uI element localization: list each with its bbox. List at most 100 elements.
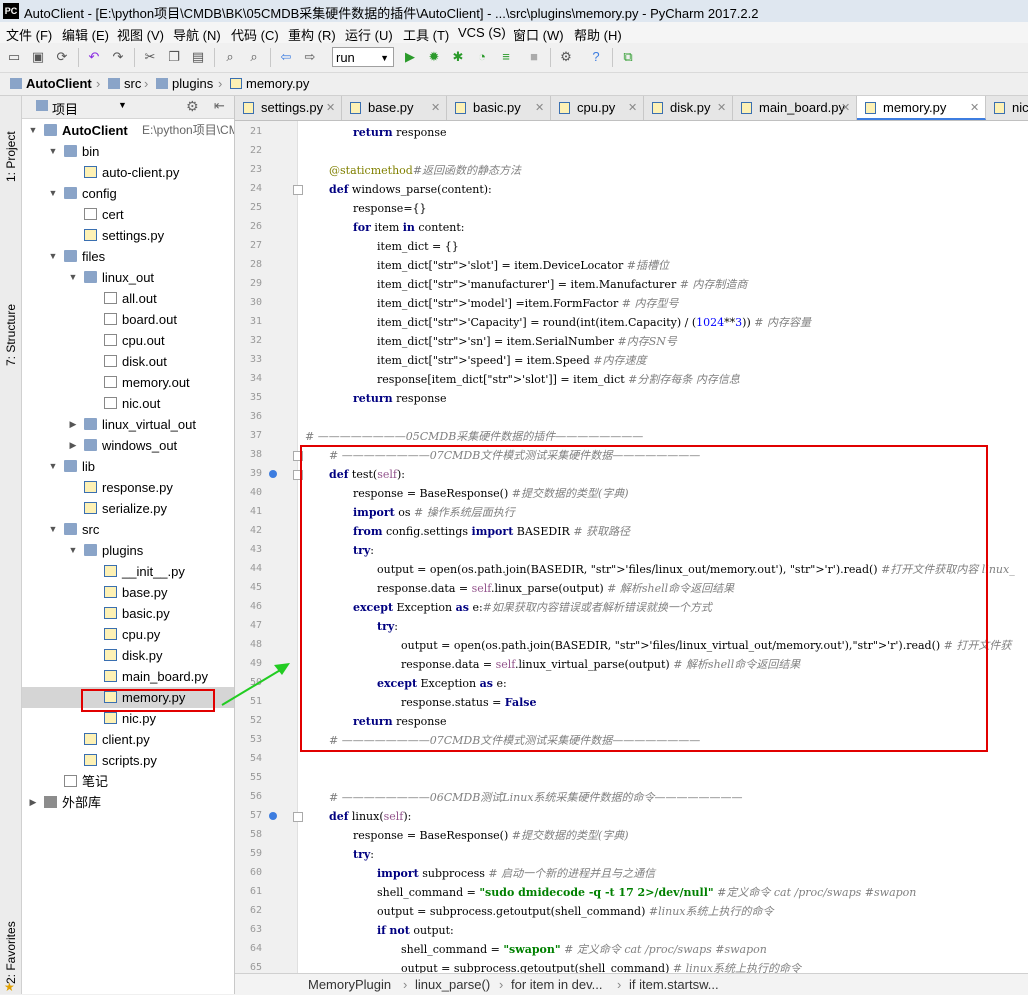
open-folder-icon[interactable]: ▭ (6, 49, 22, 65)
tree-item[interactable]: ▼ src (22, 519, 234, 540)
tree-item[interactable]: ▼ config (22, 183, 234, 204)
tree-item[interactable]: ▼ files (22, 246, 234, 267)
code-line[interactable]: item_dict = {} (377, 237, 459, 256)
tree-item[interactable]: __init__.py (22, 561, 234, 582)
code-line[interactable]: response={} (353, 199, 427, 218)
chevron-down-icon[interactable]: ▼ (68, 267, 78, 288)
close-icon[interactable]: ✕ (431, 96, 440, 120)
chevron-down-icon[interactable]: ▼ (28, 120, 38, 141)
tree-item[interactable]: serialize.py (22, 498, 234, 519)
fold-marker-icon[interactable] (293, 185, 303, 195)
coverage-icon[interactable]: ✱ (450, 49, 466, 65)
chevron-down-icon[interactable]: ▼ (118, 100, 127, 110)
tree-item[interactable]: settings.py (22, 225, 234, 246)
tree-item[interactable]: basic.py (22, 603, 234, 624)
debug-icon[interactable]: ✹ (426, 49, 442, 65)
menu-item-6[interactable]: 运行 (U) (345, 25, 393, 44)
tree-item[interactable]: cpu.out (22, 330, 234, 351)
help-icon[interactable]: ? (588, 49, 604, 65)
chevron-right-icon[interactable]: ▶ (28, 792, 38, 813)
tree-item[interactable]: auto-client.py (22, 162, 234, 183)
override-marker-icon[interactable] (269, 812, 277, 820)
tree-item[interactable]: scripts.py (22, 750, 234, 771)
tree-item[interactable]: nic.out (22, 393, 234, 414)
code-line[interactable]: try: (353, 845, 374, 864)
tree-item[interactable]: ▼ AutoClient E:\python项目\CMDB\BK (22, 120, 234, 141)
code-line[interactable]: # ————————05CMDB采集硬件数据的插件———————— (305, 427, 643, 446)
code-line[interactable]: item_dict["str">'manufacturer'] = item.M… (377, 275, 747, 294)
tree-item[interactable]: cpu.py (22, 624, 234, 645)
find-icon[interactable]: ⌕ (222, 49, 238, 65)
code-line[interactable]: item_dict["str">'model'] =item.FormFacto… (377, 294, 679, 313)
menu-item-0[interactable]: 文件 (F) (6, 25, 52, 44)
settings-icon[interactable]: ⚙ (558, 49, 574, 65)
menu-item-4[interactable]: 代码 (C) (231, 25, 279, 44)
tab-base-py[interactable]: base.py ✕ (342, 96, 447, 120)
fold-marker-icon[interactable] (293, 812, 303, 822)
menu-item-9[interactable]: 窗口 (W) (513, 25, 564, 44)
tree-item[interactable]: disk.py (22, 645, 234, 666)
chevron-down-icon[interactable]: ▼ (48, 519, 58, 540)
cut-icon[interactable]: ✂ (142, 49, 158, 65)
tree-item[interactable]: ▼ plugins (22, 540, 234, 561)
tree-item[interactable]: client.py (22, 729, 234, 750)
tree-item[interactable]: all.out (22, 288, 234, 309)
code-line[interactable]: import subprocess # 启动一个新的进程并且与之通信 (377, 864, 655, 883)
code-line[interactable]: def windows_parse(content): (329, 180, 492, 199)
code-line[interactable]: item_dict["str">'slot'] = item.DeviceLoc… (377, 256, 669, 275)
back-icon[interactable]: ⇦ (278, 49, 294, 65)
code-line[interactable]: output = subprocess.getoutput(shell_comm… (377, 902, 774, 921)
code-line[interactable]: def linux(self): (329, 807, 411, 826)
tab-disk-py[interactable]: disk.py ✕ (644, 96, 733, 120)
code-line[interactable]: return response (353, 389, 447, 408)
breadcrumb-item-0[interactable]: AutoClient (26, 76, 92, 91)
code-breadcrumb-item[interactable]: for item in dev... (511, 977, 603, 992)
tree-item[interactable]: memory.out (22, 372, 234, 393)
close-icon[interactable]: ✕ (326, 96, 335, 120)
breadcrumb-item-3[interactable]: memory.py (246, 76, 309, 91)
code-line[interactable]: shell_command = "sudo dmidecode -q -t 17… (377, 883, 916, 902)
save-icon[interactable]: ▣ (30, 49, 46, 65)
tree-item[interactable]: main_board.py (22, 666, 234, 687)
tab-settings-py[interactable]: settings.py ✕ (235, 96, 342, 120)
menu-item-8[interactable]: VCS (S) (458, 25, 506, 40)
close-icon[interactable]: ✕ (535, 96, 544, 120)
gear-icon[interactable]: ⚙ (186, 98, 199, 115)
code-breadcrumb-item[interactable]: if item.startsw... (629, 977, 719, 992)
sync-icon[interactable]: ⟳ (54, 49, 70, 65)
close-icon[interactable]: ✕ (717, 96, 726, 120)
chevron-down-icon[interactable]: ▼ (48, 141, 58, 162)
breadcrumb-item-2[interactable]: plugins (172, 76, 213, 91)
menu-item-7[interactable]: 工具 (T) (403, 25, 449, 44)
vcs-icon[interactable]: ⧉ (620, 49, 636, 65)
tree-item[interactable]: response.py (22, 477, 234, 498)
tree-item[interactable]: ▶ 外部库 (22, 792, 234, 813)
code-line[interactable]: for item in content: (353, 218, 464, 237)
undo-icon[interactable]: ↶ (86, 49, 102, 65)
chevron-down-icon[interactable]: ▼ (48, 456, 58, 477)
chevron-down-icon[interactable]: ▼ (68, 540, 78, 561)
close-icon[interactable]: ✕ (628, 96, 637, 120)
menu-item-10[interactable]: 帮助 (H) (574, 25, 622, 44)
collapse-icon[interactable]: ⇤ (214, 98, 225, 114)
code-breadcrumb-item[interactable]: linux_parse() (415, 977, 490, 992)
tree-item[interactable]: 笔记 (22, 771, 234, 792)
forward-icon[interactable]: ⇨ (302, 49, 318, 65)
redo-icon[interactable]: ↷ (110, 49, 126, 65)
chevron-right-icon[interactable]: ▶ (68, 435, 78, 456)
tree-item[interactable]: ▼ lib (22, 456, 234, 477)
tree-item[interactable]: ▼ linux_out (22, 267, 234, 288)
code-line[interactable]: item_dict["str">'speed'] = item.Speed #内… (377, 351, 647, 370)
concurrency-icon[interactable]: ≡ (498, 49, 514, 65)
replace-icon[interactable]: ⌕ (246, 49, 262, 65)
tree-item[interactable]: board.out (22, 309, 234, 330)
profile-icon[interactable]: ◔ (474, 49, 490, 65)
code-line[interactable]: if not output: (377, 921, 454, 940)
close-icon[interactable]: ✕ (841, 96, 850, 120)
code-line[interactable]: item_dict["str">'Capacity'] = round(int(… (377, 313, 811, 332)
favorites-tool-tab[interactable]: 2: Favorites (2, 904, 20, 984)
tab-nic-py[interactable]: nic.py✕ (986, 96, 1028, 120)
code-line[interactable]: return response (353, 123, 447, 142)
tab-main_board-py[interactable]: main_board.py ✕ (733, 96, 857, 120)
tab-basic-py[interactable]: basic.py ✕ (447, 96, 551, 120)
